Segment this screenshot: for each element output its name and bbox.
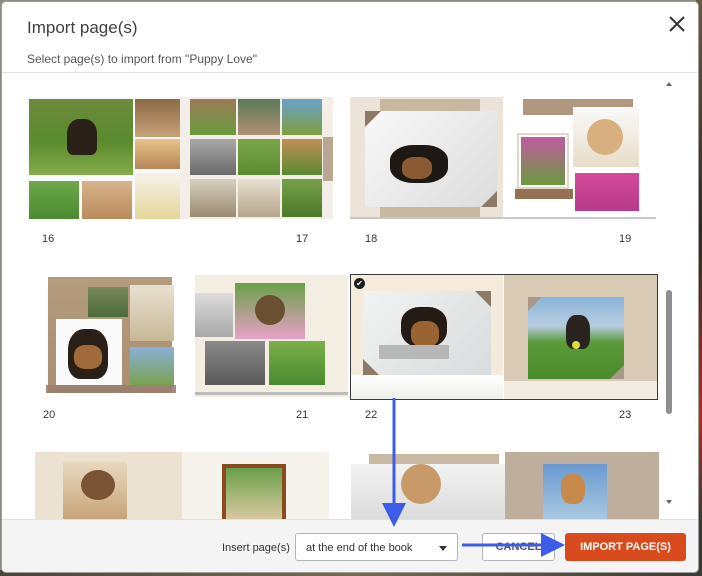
page-thumbnail-18	[350, 97, 503, 219]
scrollbar-thumb[interactable]	[666, 290, 672, 414]
close-icon	[669, 16, 685, 32]
page-number-23: 23	[619, 409, 632, 421]
spread-20-21[interactable]	[42, 275, 348, 397]
checkmark-icon: ✔	[354, 278, 365, 289]
page-number-19: 19	[619, 233, 632, 245]
page-number-18: 18	[365, 233, 378, 245]
scroll-down-arrow-icon[interactable]	[666, 500, 672, 504]
page-thumbnail-16	[27, 97, 180, 219]
page-thumbnail-17	[180, 97, 333, 219]
dialog-subtitle: Select page(s) to import from "Puppy Lov…	[27, 52, 257, 66]
page-number-21: 21	[296, 409, 309, 421]
page-thumbnail-21	[195, 275, 348, 397]
spread-16-17[interactable]	[27, 97, 333, 219]
page-thumbnail-19	[503, 97, 656, 219]
dialog-title: Import page(s)	[27, 18, 138, 37]
cancel-button[interactable]: CANCEL	[482, 533, 555, 561]
page-thumbnail-20	[42, 275, 195, 397]
dialog-footer: Insert page(s) at the end of the book CA…	[2, 519, 698, 572]
page-thumbnail-23	[504, 275, 657, 399]
page-thumbnail-next-1	[35, 452, 182, 519]
spread-22-23[interactable]: ✔	[350, 274, 658, 400]
insert-position-value: at the end of the book	[306, 542, 413, 554]
chevron-down-icon	[439, 546, 447, 551]
page-number-17: 17	[296, 233, 309, 245]
page-thumbnail-next-3	[351, 452, 505, 519]
close-button[interactable]	[665, 12, 689, 36]
page-thumbnail-22	[351, 275, 503, 399]
page-number-22: 22	[365, 409, 378, 421]
insert-pages-label: Insert page(s)	[222, 542, 290, 554]
insert-position-select[interactable]: at the end of the book	[295, 533, 458, 561]
spread-18-19[interactable]	[350, 97, 656, 219]
import-pages-button[interactable]: IMPORT PAGE(S)	[565, 533, 686, 561]
spread-next-right[interactable]	[351, 452, 659, 519]
page-number-16: 16	[42, 233, 55, 245]
scroll-up-arrow-icon[interactable]	[666, 82, 672, 86]
pages-grid: 16 17 18 19 20 21 ✔ 22 23	[2, 73, 674, 519]
import-pages-dialog: Import page(s) Select page(s) to import …	[2, 2, 698, 572]
scrollbar[interactable]	[662, 76, 678, 510]
page-thumbnail-next-2	[182, 452, 329, 519]
spread-next-left[interactable]	[35, 452, 329, 519]
page-thumbnail-next-4	[505, 452, 659, 519]
page-number-20: 20	[43, 409, 56, 421]
